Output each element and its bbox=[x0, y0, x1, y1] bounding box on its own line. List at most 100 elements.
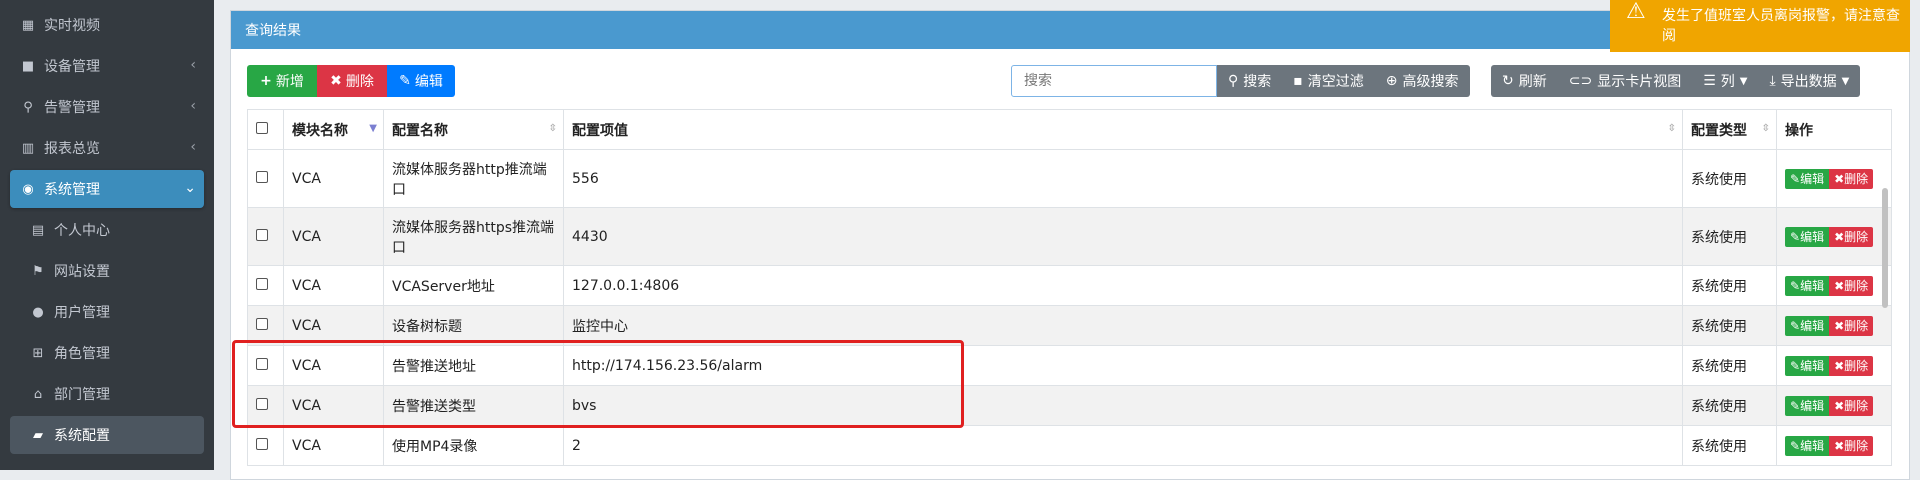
select-all-header[interactable] bbox=[247, 109, 284, 150]
refresh-button[interactable]: ↻ 刷新 bbox=[1491, 65, 1558, 97]
advanced-search-button[interactable]: ⊕ 高级搜索 bbox=[1375, 65, 1470, 97]
table-row[interactable]: VCA VCAServer地址 127.0.0.1:4806 系统使用 ✎ 编辑… bbox=[247, 265, 1892, 306]
warning-icon: ⚠ bbox=[1626, 0, 1646, 24]
export-label: 导出数据 bbox=[1780, 74, 1837, 90]
config-table: 模块名称 ▼ 配置名称 ⇳ 配置项值 ⇳ 配置类型 ⇳ 操作 VCA 流媒体服务器htt… bbox=[247, 109, 1892, 466]
cell-type: 系统使用 bbox=[1682, 345, 1777, 386]
row-edit-button[interactable]: ✎ 编辑 bbox=[1785, 395, 1830, 416]
row-delete-button[interactable]: ✖ 删除 bbox=[1829, 355, 1874, 376]
row-edit-button[interactable]: ✎ 编辑 bbox=[1785, 168, 1830, 189]
cell-module: VCA bbox=[283, 385, 384, 426]
row-edit-button[interactable]: ✎ 编辑 bbox=[1785, 355, 1830, 376]
column-header-type[interactable]: 配置类型 ⇳ bbox=[1682, 109, 1777, 150]
columns-dropdown[interactable]: ☰ 列 ▼ bbox=[1692, 65, 1758, 97]
clear-filter-button[interactable]: ▪ 清空过滤 bbox=[1282, 65, 1375, 97]
edit-button-label: 编辑 bbox=[414, 74, 443, 90]
table-row[interactable]: VCA 使用MP4录像 2 系统使用 ✎ 编辑 ✖ 删除 bbox=[247, 425, 1892, 466]
row-delete-button[interactable]: ✖ 删除 bbox=[1829, 275, 1874, 296]
close-icon: ✖ bbox=[330, 73, 342, 89]
row-delete-button[interactable]: ✖ 删除 bbox=[1829, 168, 1874, 189]
sidebar-item-site-settings[interactable]: ⚑ 网站设置 bbox=[10, 252, 204, 290]
chevron-down-icon: ⌄ bbox=[184, 180, 196, 196]
row-delete-button[interactable]: ✖ 删除 bbox=[1829, 395, 1874, 416]
card-view-label: 显示卡片视图 bbox=[1597, 74, 1682, 90]
column-header-module[interactable]: 模块名称 ▼ bbox=[283, 109, 384, 150]
alarm-toast[interactable]: ⚠ 发生了值班室人员离岗报警，请注意查阅 bbox=[1610, 0, 1910, 52]
sidebar-item-alarm-management[interactable]: ⚲ 告警管理 ‹ bbox=[10, 88, 204, 126]
cell-value: 4430 bbox=[563, 207, 1683, 266]
row-delete-button[interactable]: ✖ 删除 bbox=[1829, 435, 1874, 456]
select-all-checkbox[interactable] bbox=[256, 121, 268, 134]
user-icon: ● bbox=[32, 304, 44, 320]
add-button[interactable]: + 新增 bbox=[247, 65, 317, 97]
cell-name: 告警推送类型 bbox=[383, 385, 564, 426]
row-delete-button[interactable]: ✖ 删除 bbox=[1829, 226, 1874, 247]
table-row[interactable]: VCA 告警推送类型 bvs 系统使用 ✎ 编辑 ✖ 删除 bbox=[247, 385, 1892, 426]
row-edit-button[interactable]: ✎ 编辑 bbox=[1785, 435, 1830, 456]
video-camera-icon: ■ bbox=[21, 58, 35, 74]
search-input[interactable] bbox=[1011, 65, 1217, 97]
sidebar-item-label: 用户管理 bbox=[54, 305, 110, 321]
cell-name: 流媒体服务器https推流端口 bbox=[383, 207, 564, 266]
refresh-icon: ↻ bbox=[1502, 73, 1514, 89]
cell-type: 系统使用 bbox=[1682, 305, 1777, 346]
sort-icon: ⇳ bbox=[1667, 123, 1676, 134]
column-header-name[interactable]: 配置名称 ⇳ bbox=[383, 109, 564, 150]
table-row[interactable]: VCA 设备树标题 监控中心 系统使用 ✎ 编辑 ✖ 删除 bbox=[247, 305, 1892, 346]
book-icon: ▰ bbox=[33, 427, 43, 443]
toggle-icon: ⊂⊃ bbox=[1568, 73, 1593, 89]
sidebar-item-label: 告警管理 bbox=[44, 100, 100, 116]
cell-value: 556 bbox=[563, 149, 1683, 208]
chevron-left-icon: ‹ bbox=[190, 139, 196, 155]
film-icon: ▦ bbox=[21, 17, 35, 33]
sidebar-item-user-management[interactable]: ● 用户管理 bbox=[10, 293, 204, 331]
plus-icon: + bbox=[260, 73, 272, 89]
sidebar-item-report-overview[interactable]: ▥ 报表总览 ‹ bbox=[10, 129, 204, 167]
search-icon: ⚲ bbox=[23, 99, 33, 115]
row-checkbox[interactable] bbox=[256, 357, 268, 370]
column-header-ops: 操作 bbox=[1776, 109, 1892, 150]
row-delete-button[interactable]: ✖ 删除 bbox=[1829, 315, 1874, 336]
cell-type: 系统使用 bbox=[1682, 149, 1777, 208]
refresh-label: 刷新 bbox=[1518, 74, 1547, 90]
sidebar-item-role-management[interactable]: ⊞ 角色管理 bbox=[10, 334, 204, 372]
export-dropdown[interactable]: ⤓ 导出数据 ▼ bbox=[1758, 65, 1860, 97]
sort-icon: ⇳ bbox=[548, 123, 557, 134]
sidebar-item-label: 系统配置 bbox=[54, 428, 110, 444]
table-scrollbar[interactable] bbox=[1882, 188, 1888, 308]
table-row[interactable]: VCA 告警推送地址 http://174.156.23.56/alarm 系统… bbox=[247, 345, 1892, 386]
row-checkbox[interactable] bbox=[256, 170, 268, 183]
column-header-value[interactable]: 配置项值 ⇳ bbox=[563, 109, 1683, 150]
row-edit-button[interactable]: ✎ 编辑 bbox=[1785, 275, 1830, 296]
trash-icon: ▪ bbox=[1293, 73, 1303, 89]
bar-chart-icon: ▥ bbox=[21, 140, 35, 156]
row-checkbox[interactable] bbox=[256, 437, 268, 450]
flag-icon: ⚑ bbox=[32, 263, 44, 279]
cell-module: VCA bbox=[283, 207, 384, 266]
card-view-toggle[interactable]: ⊂⊃ 显示卡片视图 bbox=[1558, 65, 1692, 97]
delete-button-label: 删除 bbox=[345, 74, 374, 90]
sidebar-item-label: 报表总览 bbox=[44, 141, 100, 157]
caret-down-icon: ▼ bbox=[1739, 75, 1748, 87]
search-tool-group: ⚲ 搜索 ▪ 清空过滤 ⊕ 高级搜索 bbox=[1217, 65, 1470, 97]
row-checkbox[interactable] bbox=[256, 277, 268, 290]
sidebar-item-system-management[interactable]: ◉ 系统管理 ⌄ bbox=[10, 170, 204, 208]
row-checkbox[interactable] bbox=[256, 397, 268, 410]
table-row[interactable]: VCA 流媒体服务器http推流端口 556 系统使用 ✎ 编辑 ✖ 删除 bbox=[247, 149, 1892, 208]
sidebar-item-live-video[interactable]: ▦ 实时视频 bbox=[10, 6, 204, 44]
edit-button[interactable]: ✎ 编辑 bbox=[387, 65, 455, 97]
row-edit-button[interactable]: ✎ 编辑 bbox=[1785, 315, 1830, 336]
user-circle-icon: ◉ bbox=[22, 181, 34, 197]
sidebar-item-department-management[interactable]: ⌂ 部门管理 bbox=[10, 375, 204, 413]
sidebar-item-personal-center[interactable]: ▤ 个人中心 bbox=[10, 211, 204, 249]
sidebar-item-system-config[interactable]: ▰ 系统配置 bbox=[10, 416, 204, 454]
row-edit-button[interactable]: ✎ 编辑 bbox=[1785, 226, 1830, 247]
cell-type: 系统使用 bbox=[1682, 425, 1777, 466]
sidebar-item-device-management[interactable]: ■ 设备管理 ‹ bbox=[10, 47, 204, 85]
row-checkbox[interactable] bbox=[256, 317, 268, 330]
search-button[interactable]: ⚲ 搜索 bbox=[1217, 65, 1282, 97]
advanced-search-label: 高级搜索 bbox=[1402, 74, 1459, 90]
row-checkbox[interactable] bbox=[256, 228, 268, 241]
delete-button[interactable]: ✖ 删除 bbox=[317, 65, 387, 97]
table-row[interactable]: VCA 流媒体服务器https推流端口 4430 系统使用 ✎ 编辑 ✖ 删除 bbox=[247, 207, 1892, 266]
